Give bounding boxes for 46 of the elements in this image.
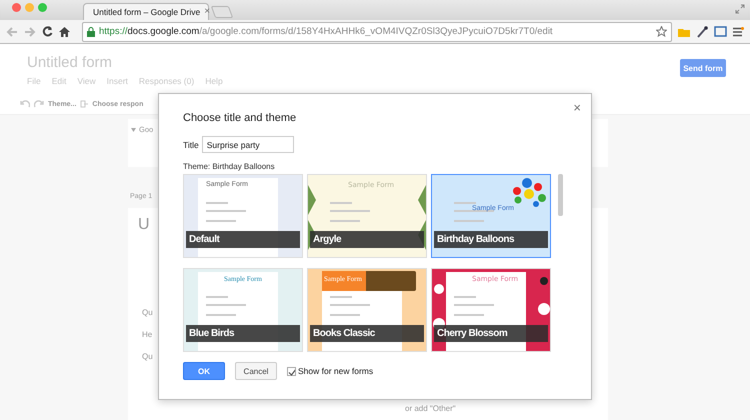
- home-icon[interactable]: [59, 26, 70, 37]
- url-text: https://docs.google.com/a/google.com/forms/d/158Y4HxAHHk6_vOM4IVQZr0Sl3QyeJPycuiO7D5kr7T0/edit: [99, 26, 554, 37]
- browser-tab[interactable]: Untitled form – Google Drive ×: [83, 3, 209, 20]
- redo-icon[interactable]: [34, 100, 44, 108]
- reload-icon[interactable]: [42, 26, 53, 37]
- new-tab-button[interactable]: [210, 6, 234, 18]
- title-input[interactable]: Surprise party: [202, 136, 294, 153]
- back-icon[interactable]: [6, 26, 18, 36]
- balloons-drawing: [513, 178, 546, 207]
- collapse-icon[interactable]: [131, 128, 136, 132]
- forward-icon[interactable]: [24, 26, 36, 36]
- option-hint: or add "Other": [405, 404, 456, 413]
- theme-name-label: Cherry Blossom: [434, 325, 548, 342]
- fullscreen-icon[interactable]: [735, 4, 745, 14]
- question-label: He: [142, 330, 152, 339]
- checkbox-label: Show for new forms: [298, 366, 374, 376]
- dialog-title: Choose title and theme: [183, 112, 298, 124]
- close-tab-button[interactable]: ×: [204, 7, 210, 17]
- form-title-field[interactable]: U: [138, 216, 150, 233]
- theme-name-label: Books Classic: [310, 325, 424, 342]
- ok-button[interactable]: OK: [183, 362, 225, 380]
- export-icon: [80, 100, 88, 108]
- cancel-button[interactable]: Cancel: [235, 362, 277, 380]
- theme-name-label: Blue Birds: [186, 325, 300, 342]
- theme-name-label: Birthday Balloons: [434, 231, 548, 248]
- zoom-window-icon[interactable]: [38, 2, 47, 12]
- close-window-icon[interactable]: [12, 2, 21, 12]
- question-label: Qu: [142, 308, 153, 317]
- theme-label: Theme: Birthday Balloons: [183, 162, 276, 171]
- screen-icon[interactable]: [714, 26, 727, 37]
- menu-icon[interactable]: [733, 26, 744, 36]
- theme-name-label: Argyle: [310, 231, 424, 248]
- address-bar[interactable]: https://docs.google.com/a/google.com/forms/d/158Y4HxAHHk6_vOM4IVQZr0Sl3QyeJPycuiO7D5kr7T0/edit: [82, 22, 672, 42]
- scrollbar-thumb[interactable]: [558, 174, 563, 216]
- checkbox[interactable]: [287, 366, 296, 376]
- question-label: Qu: [142, 352, 153, 361]
- close-button[interactable]: ×: [573, 100, 581, 115]
- title-label: Title: [183, 140, 199, 150]
- eyedropper-icon[interactable]: [696, 26, 708, 38]
- minimize-window-icon[interactable]: [25, 2, 34, 12]
- undo-icon[interactable]: [20, 100, 30, 108]
- star-icon[interactable]: [656, 26, 667, 37]
- send-form-button[interactable]: Send form: [680, 59, 726, 77]
- folder-icon[interactable]: [678, 26, 690, 36]
- lock-icon: [87, 26, 95, 36]
- theme-name-label: Default: [186, 231, 300, 248]
